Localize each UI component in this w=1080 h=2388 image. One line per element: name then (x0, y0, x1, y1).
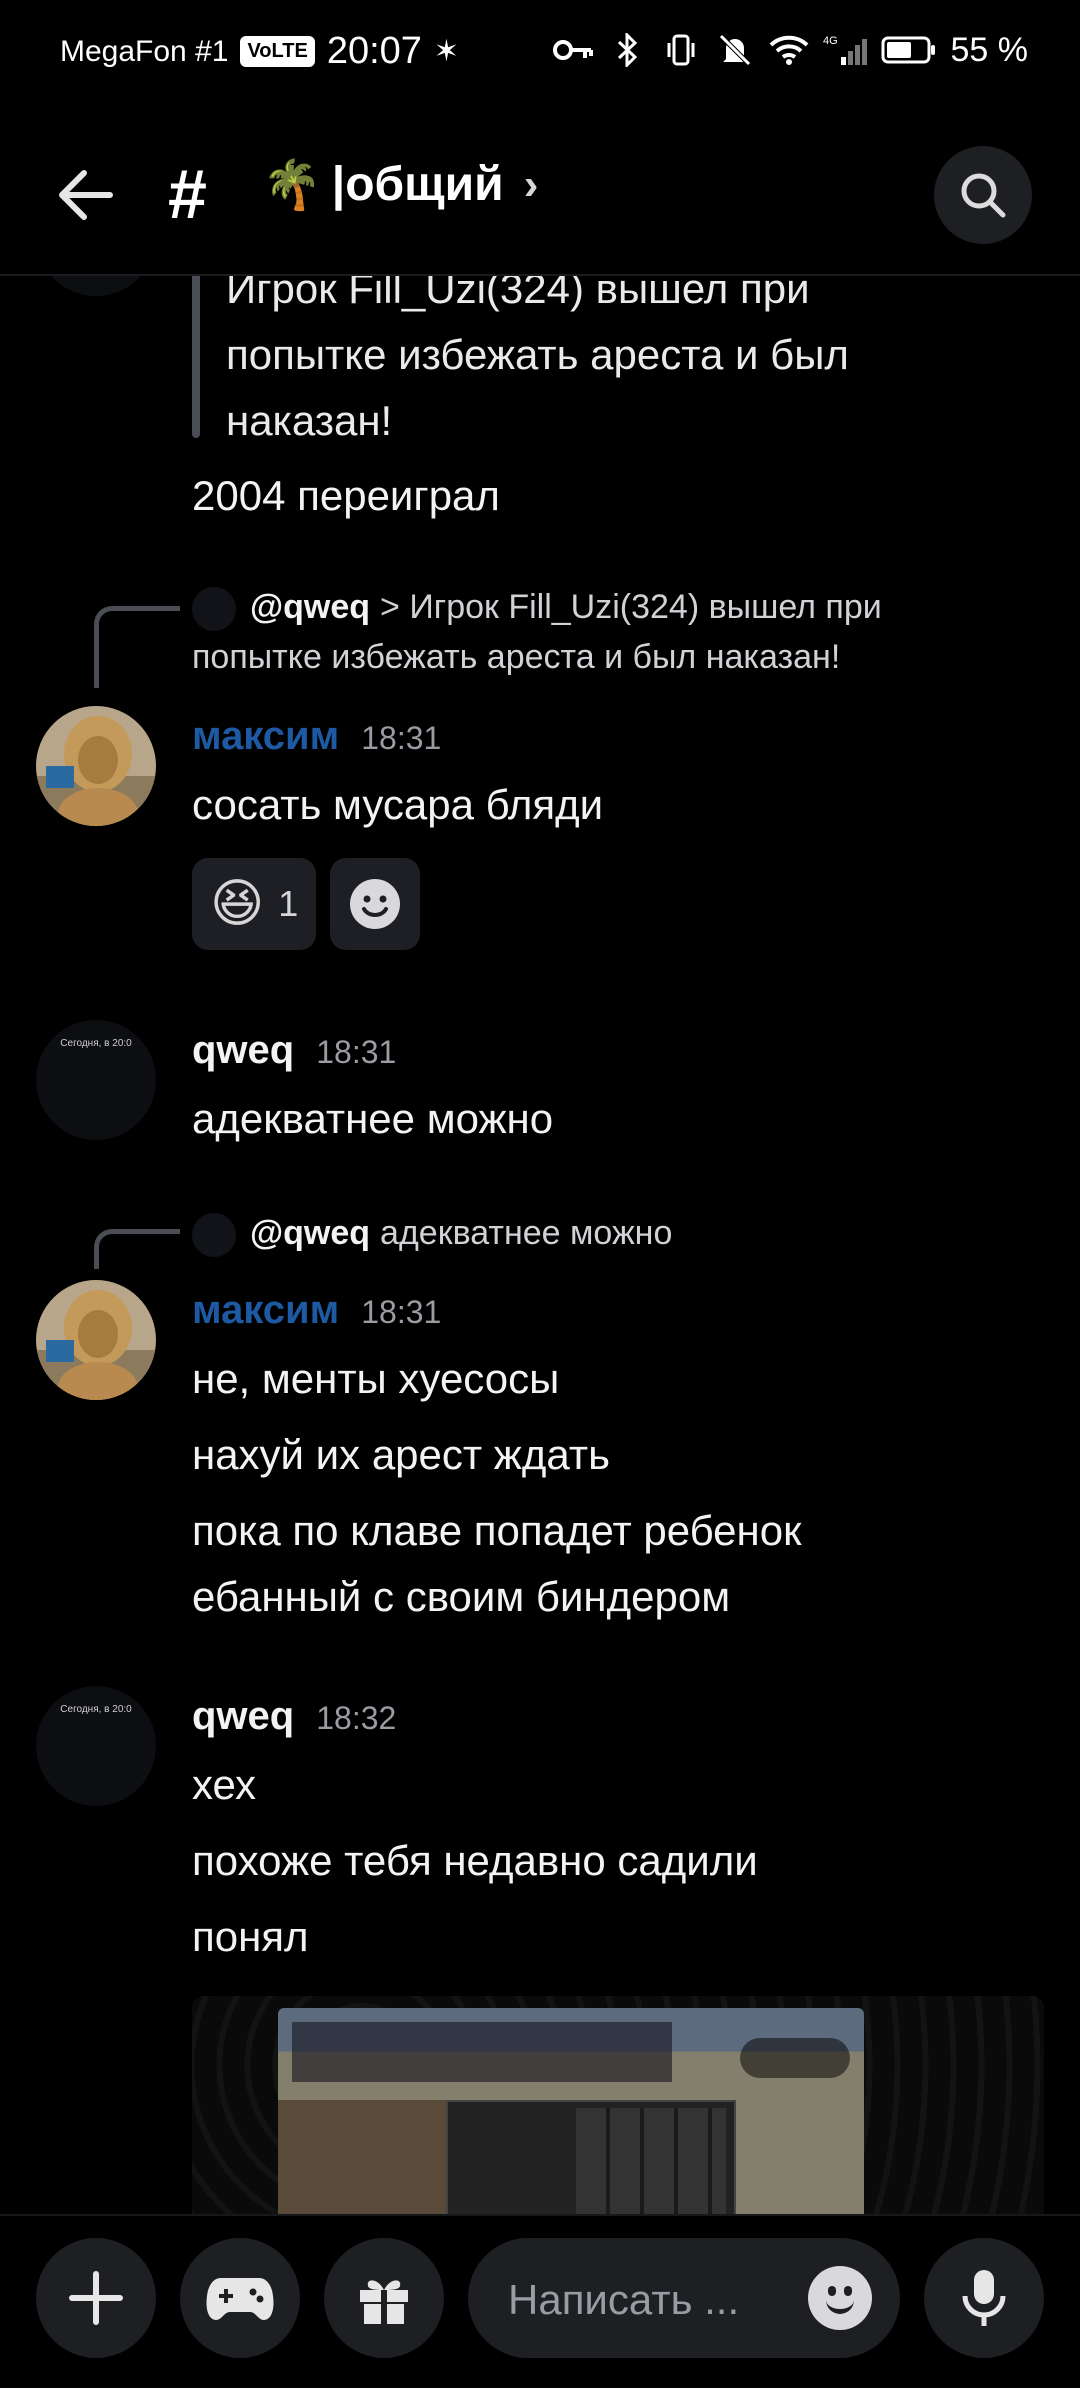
screenshot-chat-area (292, 2022, 672, 2082)
signal-icon: 4G (823, 30, 867, 70)
reply-author: @qweq (250, 588, 371, 626)
username[interactable]: максим (192, 714, 339, 759)
search-button[interactable] (934, 146, 1032, 244)
reaction-count: 1 (278, 883, 299, 924)
message-text: 2004 переиграл (192, 472, 500, 519)
reply-preview[interactable]: @qweq адекватнее можно (192, 1208, 1042, 1258)
message-text: сосать мусара бляди (192, 781, 604, 828)
message-header: максим 18:31 (192, 1288, 441, 1333)
status-left: MegaFon #1 VoLTE 20:07 ✶ (60, 30, 459, 73)
message-text: хех (192, 1761, 256, 1808)
palm-tree-icon: 🌴 (262, 159, 322, 212)
screenshot-room (278, 2100, 446, 2216)
volte-badge: VoLTE (240, 36, 315, 67)
emoji-picker-icon[interactable] (808, 2266, 872, 2330)
status-right: 4G 55 % (552, 30, 1029, 70)
battery-percent: 55 % (950, 30, 1029, 69)
reply-avatar (192, 587, 236, 632)
activities-button[interactable] (180, 2238, 300, 2358)
message-text: похоже тебя недавно садили (192, 1837, 758, 1884)
avatar-qweq[interactable]: Сегодня, в 20:0 (36, 1020, 156, 1140)
channel-name: |общий (331, 158, 504, 211)
message-input-placeholder: Написать ... (508, 2276, 740, 2323)
wifi-icon (769, 30, 809, 70)
microphone-icon (962, 2270, 1006, 2326)
avatar-caption: Сегодня, в 20:0 (60, 1704, 132, 1715)
bird-icon: ✶ (433, 35, 460, 68)
timestamp: 18:31 (361, 720, 442, 756)
message-header: максим 18:31 (192, 714, 441, 759)
message-text: ебанный с своим биндером (192, 1573, 731, 1620)
clock: 20:07 (326, 30, 422, 72)
timestamp: 18:31 (361, 1294, 442, 1330)
carrier-label: MegaFon #1 (60, 34, 229, 68)
channel-hash-icon: # (168, 155, 207, 233)
message-text: пока по клаве попадет ребенок (192, 1507, 802, 1554)
reply-preview[interactable]: @qweq > Игрок Fill_Uzi(324) вышел при поп… (192, 582, 1042, 682)
back-button[interactable] (52, 160, 122, 230)
battery-icon (881, 30, 937, 70)
vibrate-icon (661, 30, 701, 70)
lion-avatar-image (36, 1280, 156, 1400)
username[interactable]: qweq (192, 1028, 294, 1073)
channel-header: # 🌴 |общий › (0, 130, 1080, 260)
add-attachment-button[interactable] (36, 2238, 156, 2358)
gift-icon (360, 2280, 408, 2324)
screenshot-hud (740, 2038, 850, 2078)
search-icon (961, 173, 1006, 218)
bluetooth-icon (607, 30, 647, 70)
quote-line: Игрок Fill_Uzi(324) вышел при (226, 276, 810, 312)
add-reaction-button[interactable] (330, 858, 421, 950)
gamepad-icon (206, 2278, 274, 2320)
mute-icon (715, 30, 755, 70)
smiley-icon (350, 879, 401, 929)
lion-avatar-image (36, 706, 156, 826)
avatar-maxim[interactable] (36, 1280, 156, 1400)
message-header: qweq 18:32 (192, 1694, 396, 1739)
timestamp: 18:32 (316, 1700, 397, 1736)
reaction-laughing[interactable]: 😆 1 (192, 858, 317, 950)
status-bar: MegaFon #1 VoLTE 20:07 ✶ 4G 55 % (0, 0, 1080, 110)
reaction-bar: 😆 1 (192, 858, 421, 950)
voice-message-button[interactable] (924, 2238, 1044, 2358)
key-icon (552, 30, 593, 70)
message-text: нахуй их арест ждать (192, 1431, 610, 1478)
reply-avatar (192, 1213, 236, 1258)
reply-text: попытке избежать ареста и был наказан! (192, 638, 841, 676)
channel-title[interactable]: 🌴 |общий › (262, 156, 538, 213)
avatar-caption: Сегодня, в 20:0 (60, 1038, 132, 1049)
quote-bar (192, 276, 200, 438)
composer-bar: Написать ... (0, 2216, 1080, 2388)
image-attachment[interactable] (192, 1996, 1044, 2216)
username[interactable]: qweq (192, 1694, 294, 1739)
gift-button[interactable] (324, 2238, 444, 2358)
username[interactable]: максим (192, 1288, 339, 1333)
laughing-emoji-icon: 😆 (210, 875, 265, 933)
arrow-left-icon (59, 170, 113, 220)
message-input[interactable]: Написать ... (468, 2238, 900, 2358)
reply-text: > Игрок Fill_Uzi(324) вышел при (380, 588, 882, 626)
screenshot-inventory (446, 2100, 736, 2216)
message-text: не, менты хуесосы (192, 1355, 560, 1402)
message-header: qweq 18:31 (192, 1028, 396, 1073)
quote-text: Игрок Fill_Uzi(324) вышел при попытке из… (226, 276, 986, 454)
reply-connector (94, 1229, 180, 1269)
reply-text: адекватнее можно (380, 1214, 673, 1252)
reply-connector (94, 606, 180, 688)
chevron-right-icon: › (523, 159, 539, 209)
message-text: понял (192, 1913, 309, 1960)
network-label: 4G (823, 35, 838, 47)
avatar-qweq[interactable]: Сегодня, в 20:0 (36, 1686, 156, 1806)
game-screenshot[interactable] (278, 2008, 864, 2216)
quote-block: Игрок Fill_Uzi(324) вышел при попытке из… (0, 276, 1080, 466)
reply-author: @qweq (250, 1214, 371, 1252)
plus-icon (69, 2271, 123, 2325)
message-text: адекватнее можно (192, 1095, 554, 1142)
quote-line: наказан! (226, 397, 393, 444)
timestamp: 18:31 (316, 1034, 397, 1070)
message-list[interactable]: Игрок Fill_Uzi(324) вышел при попытке из… (0, 276, 1080, 2216)
quote-line: попытке избежать ареста и был (226, 331, 849, 378)
avatar-maxim[interactable] (36, 706, 156, 826)
